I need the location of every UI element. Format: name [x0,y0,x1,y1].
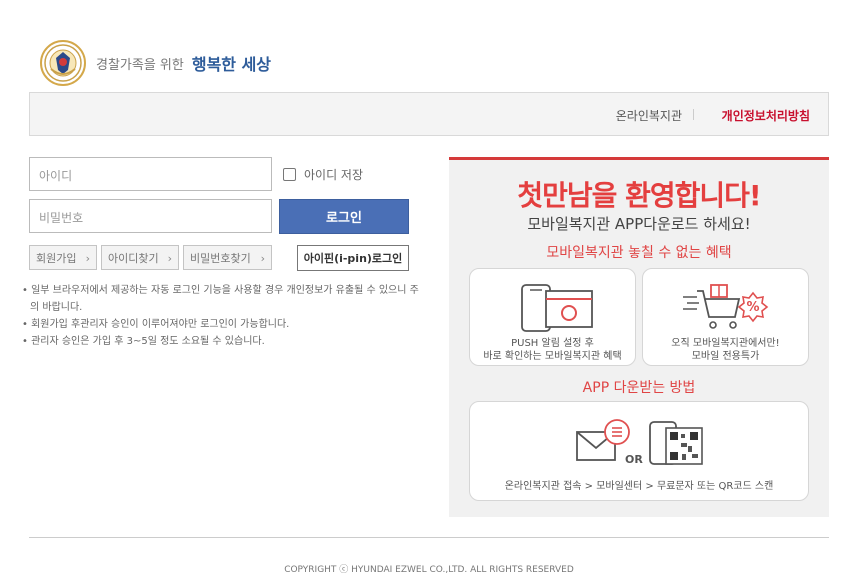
push-benefit-line1: PUSH 알림 설정 후 [511,338,594,349]
chevron-right-icon: › [167,252,172,265]
id-input[interactable]: 아이디 [29,157,272,191]
chevron-right-icon: › [85,252,90,265]
promo-subtitle: 모바일복지관 APP다운로드 하세요! [527,215,751,233]
push-notification-icon [521,284,593,332]
download-method-card: OR 온라인복지관 접속 > 모바일센터 > 무료문자 또는 QR코드 스캔 [469,401,809,501]
online-welfare-link[interactable]: 온라인복지관 [616,107,682,124]
find-id-button[interactable]: 아이디찾기 › [101,245,179,270]
shopping-cart-discount-icon: % [683,284,769,329]
svg-text:%: % [746,300,759,315]
login-button[interactable]: 로그인 [279,199,409,234]
password-input[interactable]: 비밀번호 [29,199,272,233]
remember-id-option[interactable]: 아이디 저장 [283,166,363,183]
push-benefit-card: PUSH 알림 설정 후 바로 확인하는 모바일복지관 혜택 [469,268,636,366]
signup-label: 회원가입 [36,251,77,265]
mobile-deal-card: % 오직 모바일복지관에서만! 모바일 전용특가 [642,268,809,366]
find-password-button[interactable]: 비밀번호찾기 › [183,245,272,270]
push-benefit-line2: 바로 확인하는 모바일복지관 혜택 [483,351,622,362]
benefits-heading: 모바일복지관 놓칠 수 없는 혜택 [546,245,732,261]
login-notices: 일부 브라우저에서 제공하는 자동 로그인 기능을 사용할 경우 개인정보가 유… [22,282,422,350]
notice-item: 일부 브라우저에서 제공하는 자동 로그인 기능을 사용할 경우 개인정보가 유… [22,282,422,316]
download-heading: APP 다운받는 방법 [582,380,696,396]
find-id-label: 아이디찾기 [108,251,159,265]
footer-divider [29,537,829,538]
privacy-policy-link[interactable]: 개인정보처리방침 [722,107,810,124]
notice-item: 회원가입 후관리자 승인이 이루어져야만 로그인이 가능합니다. [22,316,422,333]
header-tagline-strong: 행복한 세상 [191,55,272,74]
mobile-deal-line1: 오직 모바일복지관에서만! [671,338,780,349]
promo-title: 첫만남을 환영합니다! [517,179,761,212]
copyright-text: COPYRIGHT ⓒ HYUNDAI EZWEL CO.,LTD. ALL R… [284,565,574,575]
qr-code-icon [649,421,703,465]
police-emblem-logo[interactable] [40,40,86,86]
divider [693,109,694,120]
or-label: OR [625,453,643,466]
app-promo-panel: 첫만남을 환영합니다! 모바일복지관 APP다운로드 하세요! 모바일복지관 놓… [449,157,829,517]
mobile-deal-line2: 모바일 전용특가 [691,351,760,362]
chevron-right-icon: › [260,252,265,265]
ipin-login-button[interactable]: 아이핀(i-pin)로그인 [297,245,409,271]
remember-id-checkbox[interactable] [283,168,296,181]
remember-id-label: 아이디 저장 [304,168,364,182]
signup-button[interactable]: 회원가입 › [29,245,97,270]
notice-item: 관리자 승인은 가입 후 3~5일 정도 소요될 수 있습니다. [22,333,422,350]
download-steps: 온라인복지관 접속 > 모바일센터 > 무료문자 또는 QR코드 스캔 [504,481,774,492]
find-password-label: 비밀번호찾기 [190,251,251,265]
top-nav-bar: 온라인복지관 개인정보처리방침 [29,92,829,136]
header-tagline: 경찰가족을 위한 [96,57,184,73]
site-header: 경찰가족을 위한 행복한 세상 [40,40,271,86]
